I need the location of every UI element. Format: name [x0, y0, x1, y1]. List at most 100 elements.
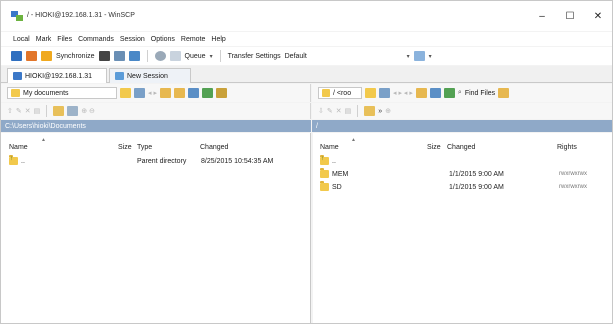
- column-changed[interactable]: Changed: [200, 144, 228, 151]
- remote-path-bar: /: [312, 120, 612, 132]
- column-type[interactable]: Type: [137, 144, 152, 151]
- new-folder-icon[interactable]: [364, 106, 376, 116]
- maximize-button[interactable]: ☐: [557, 7, 583, 25]
- transfer-settings-icon[interactable]: [413, 51, 425, 61]
- tab-new-session[interactable]: New Session: [109, 68, 191, 83]
- winscp-window: / - HIOKI@192.168.1.31 - WinSCP – ☐ ✕ Lo…: [0, 0, 613, 324]
- table-row[interactable]: ↑ ..: [313, 155, 612, 168]
- queue-icon[interactable]: [169, 51, 181, 61]
- open-directory-icon[interactable]: [120, 88, 131, 98]
- transfer-settings-menu-icon[interactable]: ▾: [429, 53, 432, 60]
- new-folder-icon[interactable]: [53, 106, 65, 116]
- remote-location-value: / <roo: [333, 89, 352, 97]
- refresh-icon[interactable]: [201, 88, 213, 98]
- preferences-icon[interactable]: [128, 51, 140, 61]
- queue-button[interactable]: Queue: [185, 53, 206, 60]
- column-size[interactable]: Size: [118, 144, 132, 151]
- local-file-panel[interactable]: ▲ Name Size Type Changed ↑ .. Parent dir…: [1, 133, 311, 323]
- local-panel-toolbar: My documents ◂ ▸: [1, 84, 311, 102]
- transfer-settings-label: Transfer Settings: [227, 52, 281, 60]
- open-directory-icon[interactable]: [365, 88, 376, 98]
- select-icon[interactable]: ⊕: [385, 107, 391, 115]
- column-rights[interactable]: Rights: [557, 144, 577, 151]
- my-documents-icon: [11, 89, 20, 97]
- back-icon[interactable]: ◂ ▸: [148, 89, 157, 97]
- transfer-settings-value[interactable]: Default: [285, 53, 403, 60]
- console-icon[interactable]: [98, 51, 110, 61]
- home-directory-icon[interactable]: [187, 88, 199, 98]
- back-icon[interactable]: ◂ ▸ ◂ ▸: [393, 89, 413, 97]
- new-file-icon[interactable]: [67, 106, 79, 116]
- toolbar-separator: [46, 105, 48, 117]
- menu-commands[interactable]: Commands: [78, 36, 114, 43]
- compare-directories-icon[interactable]: [11, 51, 22, 61]
- column-size[interactable]: Size: [427, 144, 441, 151]
- download-icon[interactable]: ⇩: [318, 107, 324, 115]
- queue-dropdown-icon[interactable]: ▾: [210, 53, 213, 60]
- folder-icon: [320, 168, 329, 178]
- home-directory-icon[interactable]: [429, 88, 441, 98]
- properties-icon[interactable]: ▤: [34, 107, 41, 115]
- parent-folder-icon: ↑: [9, 155, 18, 165]
- local-file-toolbar: ⇧ ✎ ✕ ▤ ⊕ ⊖: [1, 103, 311, 119]
- parent-directory-icon[interactable]: [159, 88, 171, 98]
- root-directory-icon[interactable]: [173, 88, 185, 98]
- find-files-label: Find Files: [464, 89, 496, 97]
- table-row[interactable]: MEM 1/1/2015 9:00 AM rwxrwxrwx: [313, 168, 612, 181]
- remote-file-panel[interactable]: ▲ Name Size Changed Rights ↑ .. MEM 1/1/…: [313, 133, 612, 323]
- toolbar-separator: [357, 105, 359, 117]
- column-name[interactable]: Name: [320, 144, 339, 151]
- row-changed: 8/25/2015 10:54:35 AM: [201, 158, 274, 165]
- edit-icon[interactable]: ✎: [327, 107, 333, 115]
- menu-remote[interactable]: Remote: [181, 36, 206, 43]
- tab-hioki-session[interactable]: HIOKI@192.168.1.31: [7, 68, 107, 83]
- title-bar: / - HIOKI@192.168.1.31 - WinSCP – ☐ ✕: [1, 1, 612, 31]
- synchronize-icon[interactable]: [41, 51, 52, 61]
- delete-icon[interactable]: ✕: [25, 107, 31, 115]
- refresh-icon[interactable]: [443, 88, 455, 98]
- parent-directory-icon[interactable]: [415, 88, 427, 98]
- table-row[interactable]: SD 1/1/2015 9:00 AM rwxrwxrwx: [313, 181, 612, 194]
- local-column-headers: ▲ Name Size Type Changed: [1, 133, 310, 155]
- menu-help[interactable]: Help: [211, 36, 225, 43]
- column-changed[interactable]: Changed: [447, 144, 475, 151]
- window-title: / - HIOKI@192.168.1.31 - WinSCP: [27, 12, 135, 19]
- remote-panel-toolbar: / <roo ◂ ▸ ◂ ▸ ⌕ Find Files: [312, 84, 612, 102]
- toolbar-overflow-icon[interactable]: »: [378, 108, 382, 115]
- row-name: ..: [332, 158, 336, 165]
- row-rights: rwxrwxrwx: [559, 171, 587, 177]
- minimize-button[interactable]: –: [529, 7, 555, 25]
- main-toolbar: Synchronize Queue ▾ Transfer Settings De…: [1, 47, 612, 65]
- close-button[interactable]: ✕: [585, 7, 611, 25]
- session-icon: [13, 72, 22, 80]
- synchronize-button[interactable]: Synchronize: [56, 53, 95, 60]
- table-row[interactable]: ↑ .. Parent directory 8/25/2015 10:54:35…: [1, 155, 310, 168]
- more-tools-icon[interactable]: [498, 88, 510, 98]
- upload-icon[interactable]: ⇧: [7, 107, 13, 115]
- menu-mark[interactable]: Mark: [36, 36, 52, 43]
- folder-icon: [320, 181, 329, 191]
- remote-location-combo[interactable]: / <roo: [318, 87, 362, 99]
- local-location-combo[interactable]: My documents: [7, 87, 117, 99]
- menu-local[interactable]: Local: [13, 36, 30, 43]
- edit-icon[interactable]: ✎: [16, 107, 22, 115]
- select-icon[interactable]: ⊕ ⊖: [81, 107, 95, 115]
- column-name[interactable]: Name: [9, 144, 28, 151]
- toolbar-separator: [219, 50, 221, 62]
- menu-session[interactable]: Session: [120, 36, 145, 43]
- properties-icon[interactable]: ▤: [345, 107, 352, 115]
- delete-icon[interactable]: ✕: [336, 107, 342, 115]
- remote-column-headers: ▲ Name Size Changed Rights: [313, 133, 612, 155]
- putty-icon[interactable]: [113, 51, 125, 61]
- transfer-settings-dropdown-icon[interactable]: ▾: [407, 53, 410, 60]
- find-icon[interactable]: [215, 88, 227, 98]
- filter-icon[interactable]: [134, 88, 145, 98]
- synchronize-browsing-icon[interactable]: [26, 51, 37, 61]
- find-files-button[interactable]: ⌕ Find Files: [458, 87, 495, 99]
- menu-bar: Local Mark Files Commands Session Option…: [1, 32, 612, 46]
- queue-settings-icon[interactable]: [154, 51, 166, 61]
- menu-options[interactable]: Options: [151, 36, 175, 43]
- menu-files[interactable]: Files: [57, 36, 72, 43]
- filter-icon[interactable]: [379, 88, 390, 98]
- new-session-icon: [115, 72, 124, 80]
